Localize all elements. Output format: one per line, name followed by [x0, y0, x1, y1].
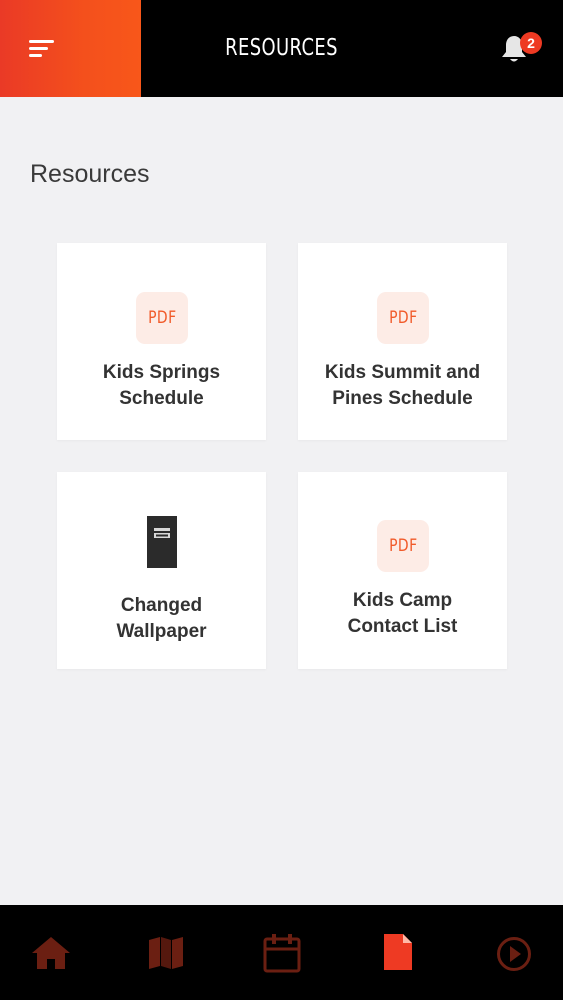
- home-icon: [32, 937, 70, 969]
- tab-resources[interactable]: [337, 905, 449, 1000]
- play-icon: [497, 937, 531, 971]
- screen-title: RESOURCES: [225, 35, 338, 61]
- archive-box-icon: [147, 516, 177, 568]
- page-heading: Resources: [30, 160, 150, 188]
- resource-card-kids-camp-contact-list[interactable]: PDF Kids Camp Contact List: [298, 472, 507, 669]
- tab-map[interactable]: [112, 905, 224, 1000]
- resource-card-label: Kids Springs Schedule: [102, 362, 221, 409]
- hamburger-menu-icon[interactable]: [29, 38, 55, 60]
- tab-home[interactable]: [0, 905, 112, 1000]
- calendar-icon: [263, 934, 301, 973]
- resource-card-label: Changed Wallpaper: [116, 595, 207, 642]
- resource-card-label: Kids Summit and Pines Schedule: [324, 362, 481, 409]
- pdf-icon: PDF: [377, 292, 429, 344]
- pdf-icon: PDF: [136, 292, 188, 344]
- tab-media[interactable]: [450, 905, 562, 1000]
- pdf-icon: PDF: [377, 520, 429, 572]
- map-icon: [149, 937, 183, 969]
- document-icon: [384, 934, 412, 970]
- notification-badge: 2: [520, 32, 542, 54]
- resource-card-label: Kids Camp Contact List: [347, 590, 458, 637]
- resource-card-kids-springs-schedule[interactable]: PDF Kids Springs Schedule: [57, 243, 266, 440]
- bottom-navigation: [0, 905, 563, 1000]
- resource-card-kids-summit-pines-schedule[interactable]: PDF Kids Summit and Pines Schedule: [298, 243, 507, 440]
- tab-calendar[interactable]: [225, 905, 337, 1000]
- top-bar: RESOURCES 2: [0, 0, 563, 97]
- notifications-button[interactable]: 2: [498, 30, 544, 70]
- resource-card-changed-wallpaper[interactable]: Changed Wallpaper: [57, 472, 266, 669]
- menu-button[interactable]: [0, 0, 141, 97]
